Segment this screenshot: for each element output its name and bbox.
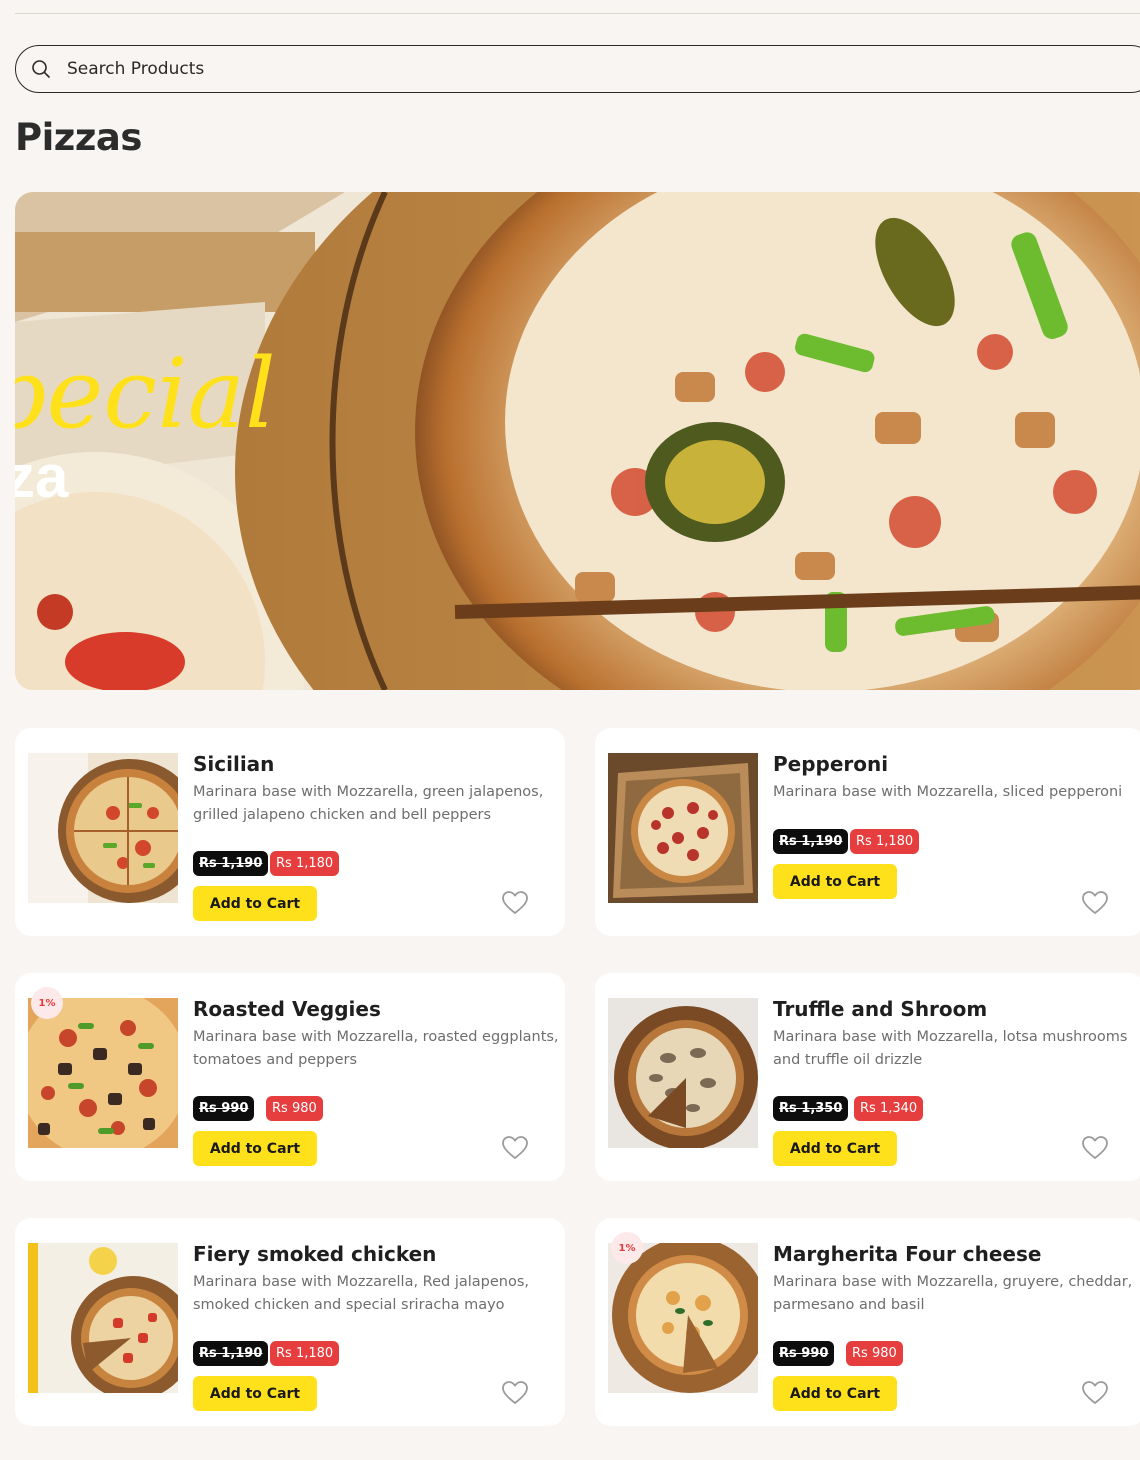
product-card[interactable]: Truffle and Shroom Marinara base with Mo…: [595, 973, 1140, 1181]
product-description: Marinara base with Mozzarella, sliced pe…: [773, 784, 1123, 800]
product-card[interactable]: 1% Margherita Four cheese Marinara base …: [595, 1218, 1140, 1426]
original-price: Rs 1,350: [773, 1096, 849, 1121]
banner-bold-text: za: [15, 443, 69, 510]
product-description: Marinara base with Mozzarella, roasted e…: [193, 1029, 559, 1068]
original-price: Rs 1,190: [193, 1341, 269, 1366]
heart-icon[interactable]: [501, 1380, 529, 1406]
banner-script-text: pecial: [15, 338, 276, 450]
discount-badge: 1%: [31, 987, 63, 1019]
heart-icon[interactable]: [1081, 890, 1109, 916]
add-to-cart-button[interactable]: Add to Cart: [193, 1131, 317, 1166]
add-to-cart-button[interactable]: Add to Cart: [773, 1131, 897, 1166]
heart-icon[interactable]: [1081, 1380, 1109, 1406]
heart-icon[interactable]: [501, 890, 529, 916]
discount-badge: 1%: [611, 1232, 643, 1264]
product-name: Margherita Four cheese: [773, 1242, 1042, 1266]
search-input[interactable]: [67, 59, 967, 79]
product-image[interactable]: [608, 753, 758, 903]
product-description: Marinara base with Mozzarella, green jal…: [193, 784, 544, 823]
product-name: Fiery smoked chicken: [193, 1242, 437, 1266]
page-title: Pizzas: [15, 116, 142, 159]
search-icon: [31, 59, 51, 79]
sale-price: Rs 1,180: [270, 1341, 340, 1366]
product-image[interactable]: [28, 1243, 178, 1393]
product-card[interactable]: Sicilian Marinara base with Mozzarella, …: [15, 728, 565, 936]
product-name: Truffle and Shroom: [773, 997, 988, 1021]
add-to-cart-button[interactable]: Add to Cart: [773, 864, 897, 899]
product-image[interactable]: [608, 998, 758, 1148]
product-image[interactable]: [28, 998, 178, 1148]
original-price: Rs 990: [773, 1341, 835, 1366]
top-divider: [15, 13, 1140, 14]
add-to-cart-button[interactable]: Add to Cart: [193, 1376, 317, 1411]
product-card[interactable]: 1% Roasted Veggies Marinara base with Mo…: [15, 973, 565, 1181]
sale-price: Rs 1,180: [270, 851, 340, 876]
product-description: Marinara base with Mozzarella, lotsa mus…: [773, 1029, 1128, 1068]
original-price: Rs 1,190: [773, 829, 849, 854]
product-card[interactable]: Pepperoni Marinara base with Mozzarella,…: [595, 728, 1140, 936]
product-description: Marinara base with Mozzarella, gruyere, …: [773, 1274, 1133, 1313]
promo-banner[interactable]: pecial za: [15, 192, 1140, 690]
sale-price: Rs 1,180: [850, 829, 920, 854]
product-name: Pepperoni: [773, 752, 889, 776]
add-to-cart-button[interactable]: Add to Cart: [773, 1376, 897, 1411]
product-image[interactable]: [28, 753, 178, 903]
sale-price: Rs 980: [846, 1341, 903, 1366]
product-card[interactable]: Fiery smoked chicken Marinara base with …: [15, 1218, 565, 1426]
sale-price: Rs 1,340: [854, 1096, 924, 1121]
product-name: Sicilian: [193, 752, 275, 776]
original-price: Rs 990: [193, 1096, 255, 1121]
search-bar[interactable]: [15, 45, 1140, 93]
product-image[interactable]: [608, 1243, 758, 1393]
heart-icon[interactable]: [501, 1135, 529, 1161]
sale-price: Rs 980: [266, 1096, 323, 1121]
add-to-cart-button[interactable]: Add to Cart: [193, 886, 317, 921]
product-description: Marinara base with Mozzarella, Red jalap…: [193, 1274, 530, 1313]
heart-icon[interactable]: [1081, 1135, 1109, 1161]
original-price: Rs 1,190: [193, 851, 269, 876]
product-name: Roasted Veggies: [193, 997, 381, 1021]
